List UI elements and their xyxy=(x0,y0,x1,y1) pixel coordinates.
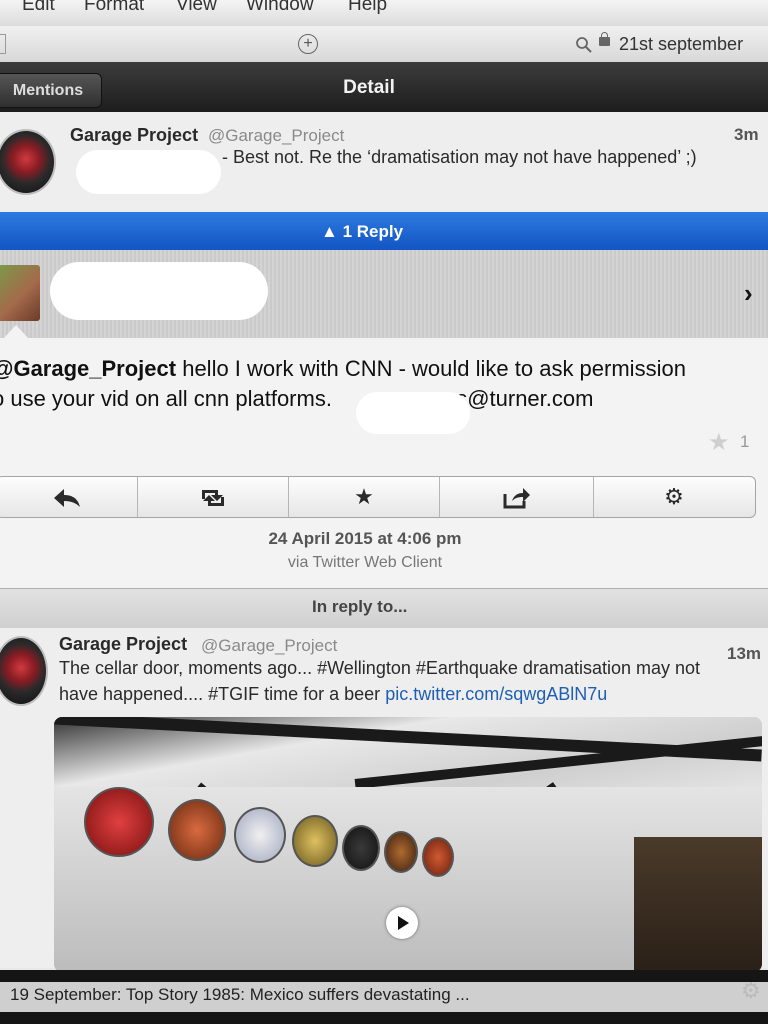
play-icon[interactable] xyxy=(386,907,418,939)
nav-bar: Mentions Detail xyxy=(0,62,768,112)
reply-button[interactable] xyxy=(0,477,137,517)
menu-window[interactable]: Window xyxy=(246,0,314,16)
bottom-bar: 19 September: Top Story 1985: Mexico suf… xyxy=(0,970,768,1024)
tweet-text-line: The cellar door, moments ago... #Welling… xyxy=(59,658,701,678)
redaction-blob xyxy=(50,262,268,320)
menu-bar: Edit Format View Window Help xyxy=(0,0,768,26)
sidebar-toggle[interactable] xyxy=(0,34,6,54)
tweet-author-handle[interactable]: @Garage_Project xyxy=(201,636,337,656)
retweet-icon xyxy=(202,490,224,507)
menu-help[interactable]: Help xyxy=(348,0,387,16)
tweet-text-line: have happened.... #TGIF time for a beer xyxy=(59,684,386,704)
tweet-text-line: hello I work with CNN - would like to as… xyxy=(176,356,686,381)
tweet-text-line: o use your vid on all cnn platforms. xyxy=(0,386,332,411)
search-icon[interactable] xyxy=(575,36,593,54)
retweet-button[interactable] xyxy=(138,477,288,517)
pointer-notch xyxy=(4,325,28,338)
tweet-client[interactable]: via Twitter Web Client xyxy=(0,554,730,572)
tweet-author-handle[interactable]: @Garage_Project xyxy=(208,126,344,146)
favorite-star-icon: ★ xyxy=(708,429,730,456)
page-title: Detail xyxy=(343,77,395,98)
up-arrow-icon: ▲ xyxy=(321,222,338,241)
avatar[interactable] xyxy=(0,265,40,321)
reply-icon xyxy=(54,489,80,508)
tweet-action-bar: ★ ⚙ xyxy=(0,476,756,518)
menu-view[interactable]: View xyxy=(176,0,217,16)
gear-icon[interactable]: ⚙ xyxy=(741,978,761,1004)
tweet-author-name[interactable]: Garage Project xyxy=(59,634,187,655)
address-text[interactable]: 21st september xyxy=(619,34,743,55)
reply-count-bar[interactable]: ▲ 1 Reply xyxy=(0,212,768,250)
news-ticker: 19 September: Top Story 1985: Mexico suf… xyxy=(0,982,768,1012)
address-bar: + 21st september xyxy=(0,26,768,63)
tweet-text: - Best not. Re the ‘dramatisation may no… xyxy=(222,147,697,167)
chevron-right-icon[interactable]: › xyxy=(744,278,753,309)
new-tab-icon[interactable]: + xyxy=(298,34,318,54)
original-tweet[interactable]: Garage Project @Garage_Project 13m The c… xyxy=(0,628,768,972)
tweet-reply-summary[interactable]: Garage Project @Garage_Project 3m - Best… xyxy=(0,112,768,213)
tweet-text: The cellar door, moments ago... #Welling… xyxy=(59,655,764,707)
tweet-author-name[interactable]: Garage Project xyxy=(70,125,198,146)
favorite-button[interactable]: ★ xyxy=(289,477,439,517)
tweet-detail: @Garage_Project hello I work with CNN - … xyxy=(0,338,768,588)
share-icon xyxy=(503,488,530,509)
favorite-count: 1 xyxy=(740,432,750,451)
in-reply-to-header: In reply to... xyxy=(0,588,768,630)
media-preview[interactable] xyxy=(54,717,762,972)
in-reply-to-label: In reply to... xyxy=(312,597,408,616)
menu-format[interactable]: Format xyxy=(84,0,144,16)
tweet-author-header[interactable]: › xyxy=(0,250,768,339)
star-icon: ★ xyxy=(354,484,374,509)
avatar[interactable] xyxy=(0,636,48,706)
avatar[interactable] xyxy=(0,129,56,195)
redaction-blob xyxy=(356,392,470,434)
settings-button[interactable]: ⚙ xyxy=(594,477,754,517)
photo-shelf xyxy=(634,837,762,972)
lock-icon xyxy=(599,32,610,46)
tweet-time: 3m xyxy=(734,125,759,144)
reply-count-label: 1 Reply xyxy=(342,222,404,241)
mention-link[interactable]: @Garage_Project xyxy=(0,356,176,381)
ticker-text: 19 September: Top Story 1985: Mexico suf… xyxy=(10,985,470,1004)
tweet-timestamp: 24 April 2015 at 4:06 pm xyxy=(268,529,462,548)
gear-icon: ⚙ xyxy=(664,484,684,509)
share-button[interactable] xyxy=(440,477,593,517)
menu-edit[interactable]: Edit xyxy=(22,0,55,16)
media-link[interactable]: pic.twitter.com/sqwgABlN7u xyxy=(385,684,607,704)
redaction-blob xyxy=(76,150,221,194)
